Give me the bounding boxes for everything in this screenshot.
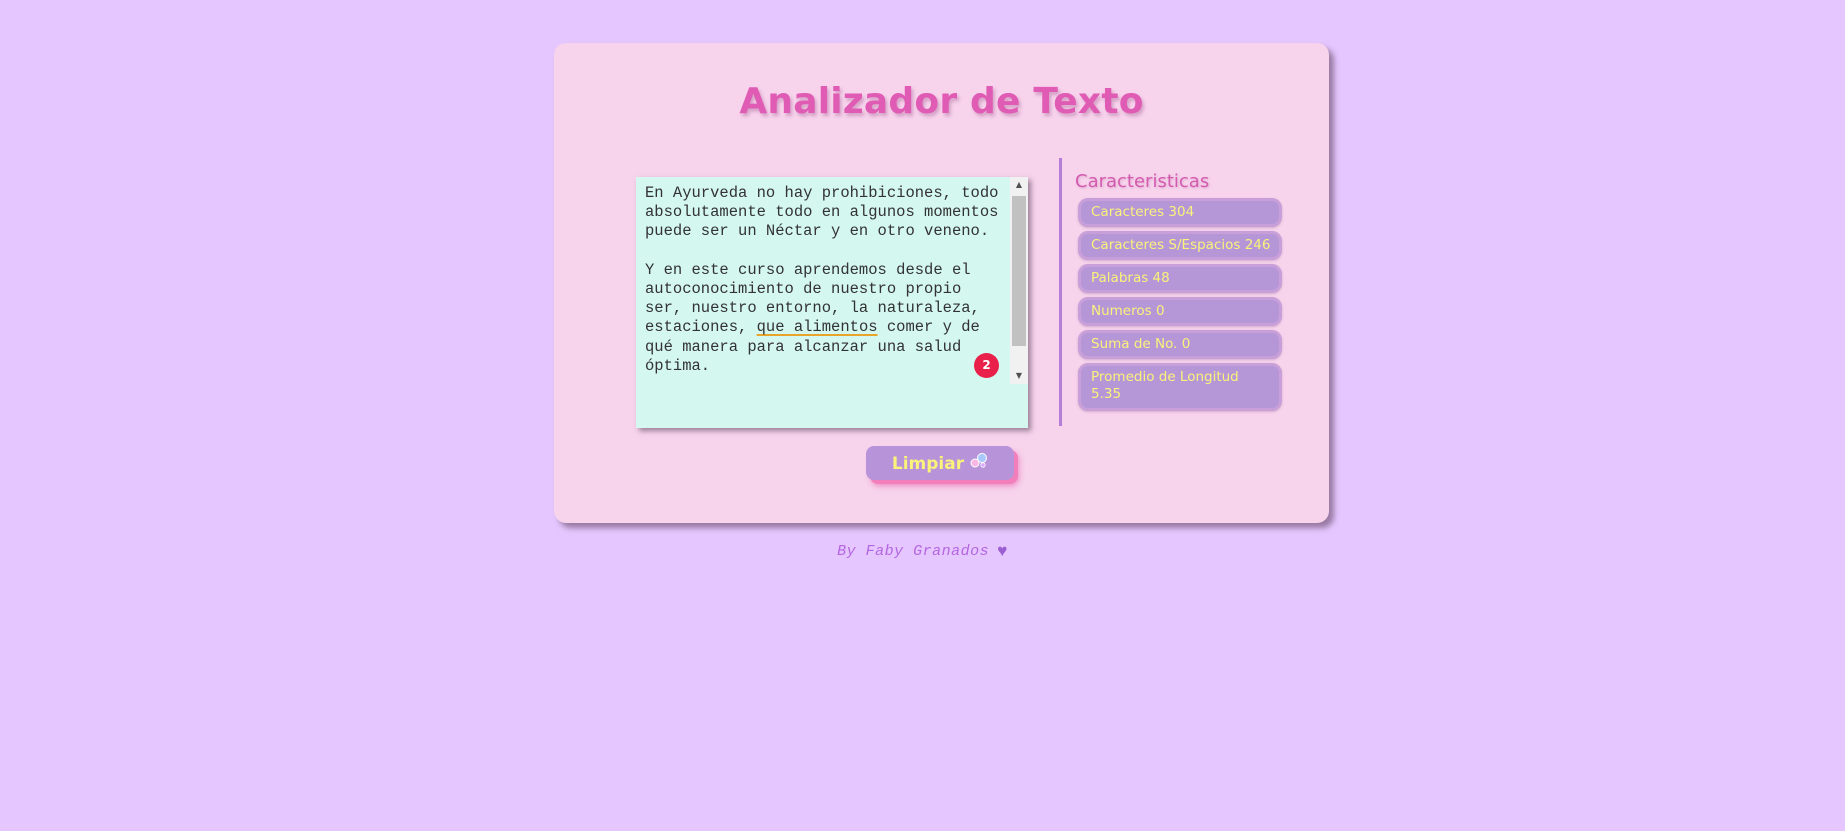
footer-credit: By Faby Granados ♥	[0, 543, 1845, 562]
page-title: Analizador de Texto	[739, 81, 1144, 122]
scroll-up-icon[interactable]: ▲	[1010, 177, 1028, 193]
grammar-issues-badge[interactable]: 2	[974, 353, 999, 378]
scroll-thumb[interactable]	[1012, 196, 1026, 346]
purple-heart-icon: ♥	[997, 543, 1008, 562]
bubbles-icon	[970, 447, 988, 481]
text-scrollbar[interactable]: ▲ ▼	[1010, 177, 1028, 384]
footer-credit-text: By Faby Granados	[837, 543, 990, 560]
grammar-underlined-text[interactable]: que alimentos	[757, 318, 878, 336]
analyzer-card: Analizador de Texto En Ayurveda no hay p…	[554, 43, 1329, 523]
text-content: En Ayurveda no hay prohibiciones, todo a…	[645, 184, 999, 337]
vertical-divider	[1059, 158, 1062, 426]
features-title: Caracteristicas	[1075, 171, 1210, 192]
stat-characters-no-spaces: Caracteres S/Espacios 246	[1078, 231, 1282, 260]
stat-characters: Caracteres 304	[1078, 198, 1282, 227]
stat-number-sum: Suma de No. 0	[1078, 330, 1282, 359]
stat-average-length: Promedio de Longitud 5.35	[1078, 363, 1282, 411]
stat-words: Palabras 48	[1078, 264, 1282, 293]
clear-button-label: Limpiar	[891, 454, 965, 474]
stat-numbers: Numeros 0	[1078, 297, 1282, 326]
scroll-down-icon[interactable]: ▼	[1010, 368, 1028, 384]
clear-button[interactable]: Limpiar	[866, 446, 1014, 480]
text-input[interactable]: En Ayurveda no hay prohibiciones, todo a…	[636, 177, 1006, 384]
text-input-area[interactable]: En Ayurveda no hay prohibiciones, todo a…	[636, 177, 1028, 428]
